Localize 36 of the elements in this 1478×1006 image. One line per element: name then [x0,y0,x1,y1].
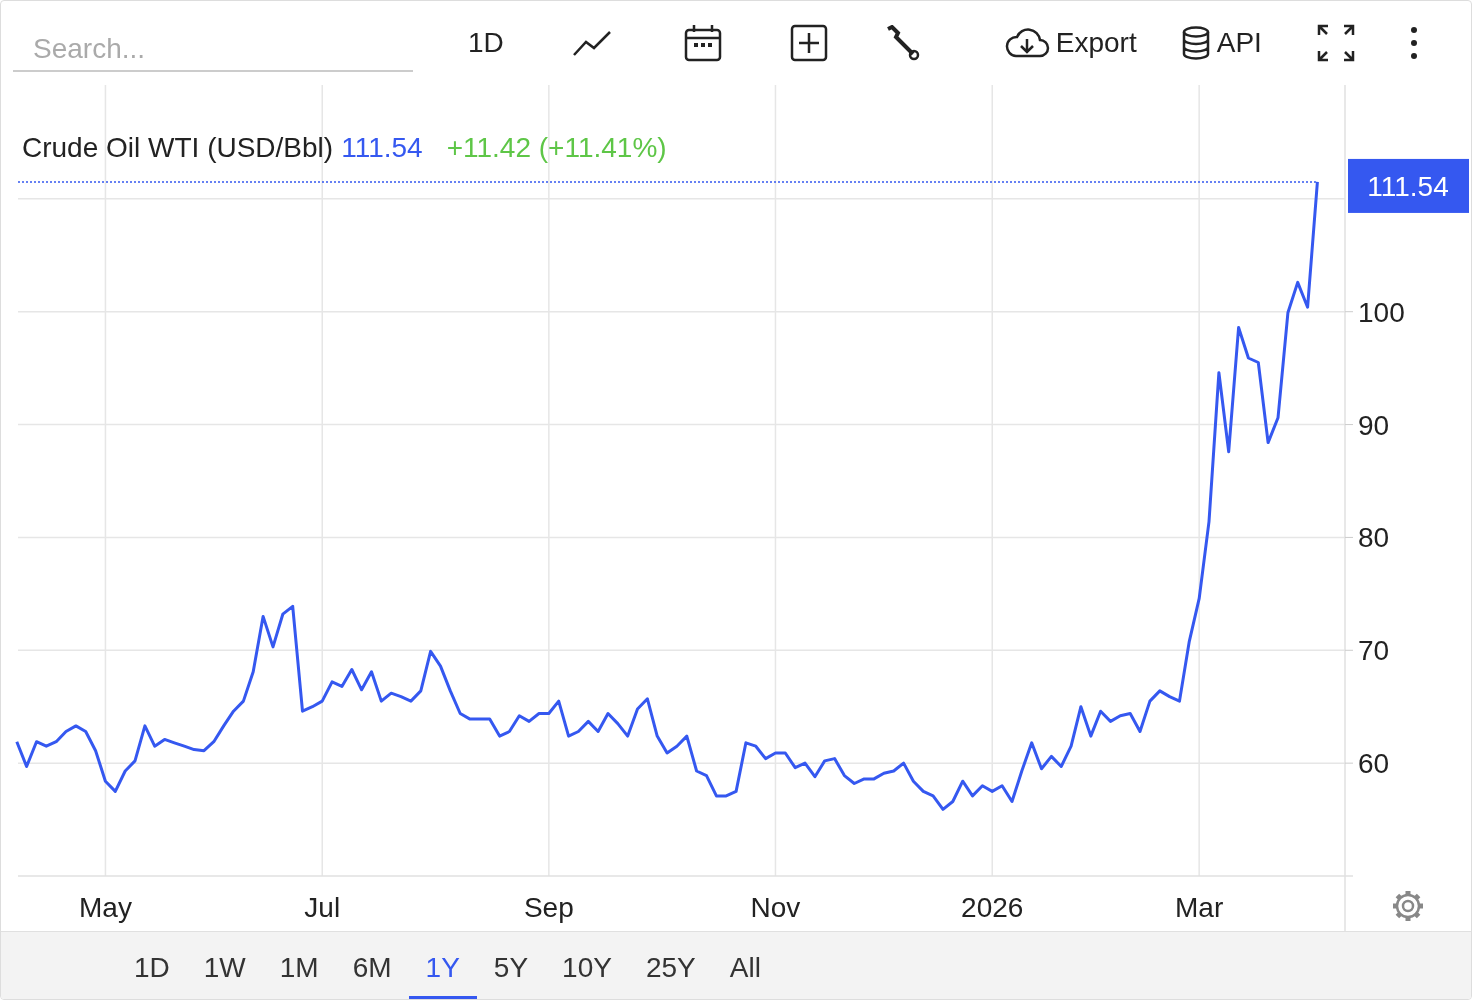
y-axis-label: 100 [1358,296,1405,328]
add-icon[interactable] [789,24,828,62]
legend-title: Crude Oil WTI (USD/Bbl) [22,132,334,163]
y-axis-label: 90 [1358,409,1390,441]
y-axis-label: 80 [1358,522,1390,554]
x-axis-label: Sep [523,892,574,923]
calendar-icon[interactable] [683,24,722,62]
legend-change: +11.42 (+11.41%) [446,132,667,163]
x-axis-label: May [79,892,132,923]
range-tab[interactable]: 5Y [476,932,546,999]
range-tab[interactable]: 1M [262,932,336,999]
price-tag: 111.54 [1348,158,1469,213]
y-axis-label: 70 [1358,635,1390,667]
more-icon[interactable] [1409,26,1418,60]
export-button[interactable]: Export [1003,27,1137,59]
range-tab[interactable]: 1Y [408,932,477,999]
settings-icon[interactable] [1390,888,1426,924]
x-axis-label: Mar [1175,892,1224,923]
search-field[interactable]: Search... [13,28,413,72]
x-axis-label: 2026 [961,892,1024,923]
range-tab[interactable]: 10Y [545,932,629,999]
range-tab[interactable]: All [712,932,778,999]
cloud-download-icon [1003,27,1050,59]
api-button[interactable]: API [1180,26,1262,60]
fullscreen-icon[interactable] [1315,23,1356,63]
line-chart-icon[interactable] [571,28,612,58]
interval-button[interactable]: 1D [468,27,504,59]
database-icon [1180,26,1211,60]
x-axis-label: Nov [750,892,801,923]
range-tab[interactable]: 1D [117,932,187,999]
y-axis-label: 60 [1358,748,1390,780]
range-tab[interactable]: 1W [186,932,263,999]
range-tab[interactable]: 25Y [628,932,713,999]
x-axis-label: Jul [304,892,341,923]
legend-price: 111.54 [341,132,423,163]
range-tab[interactable]: 6M [335,932,409,999]
